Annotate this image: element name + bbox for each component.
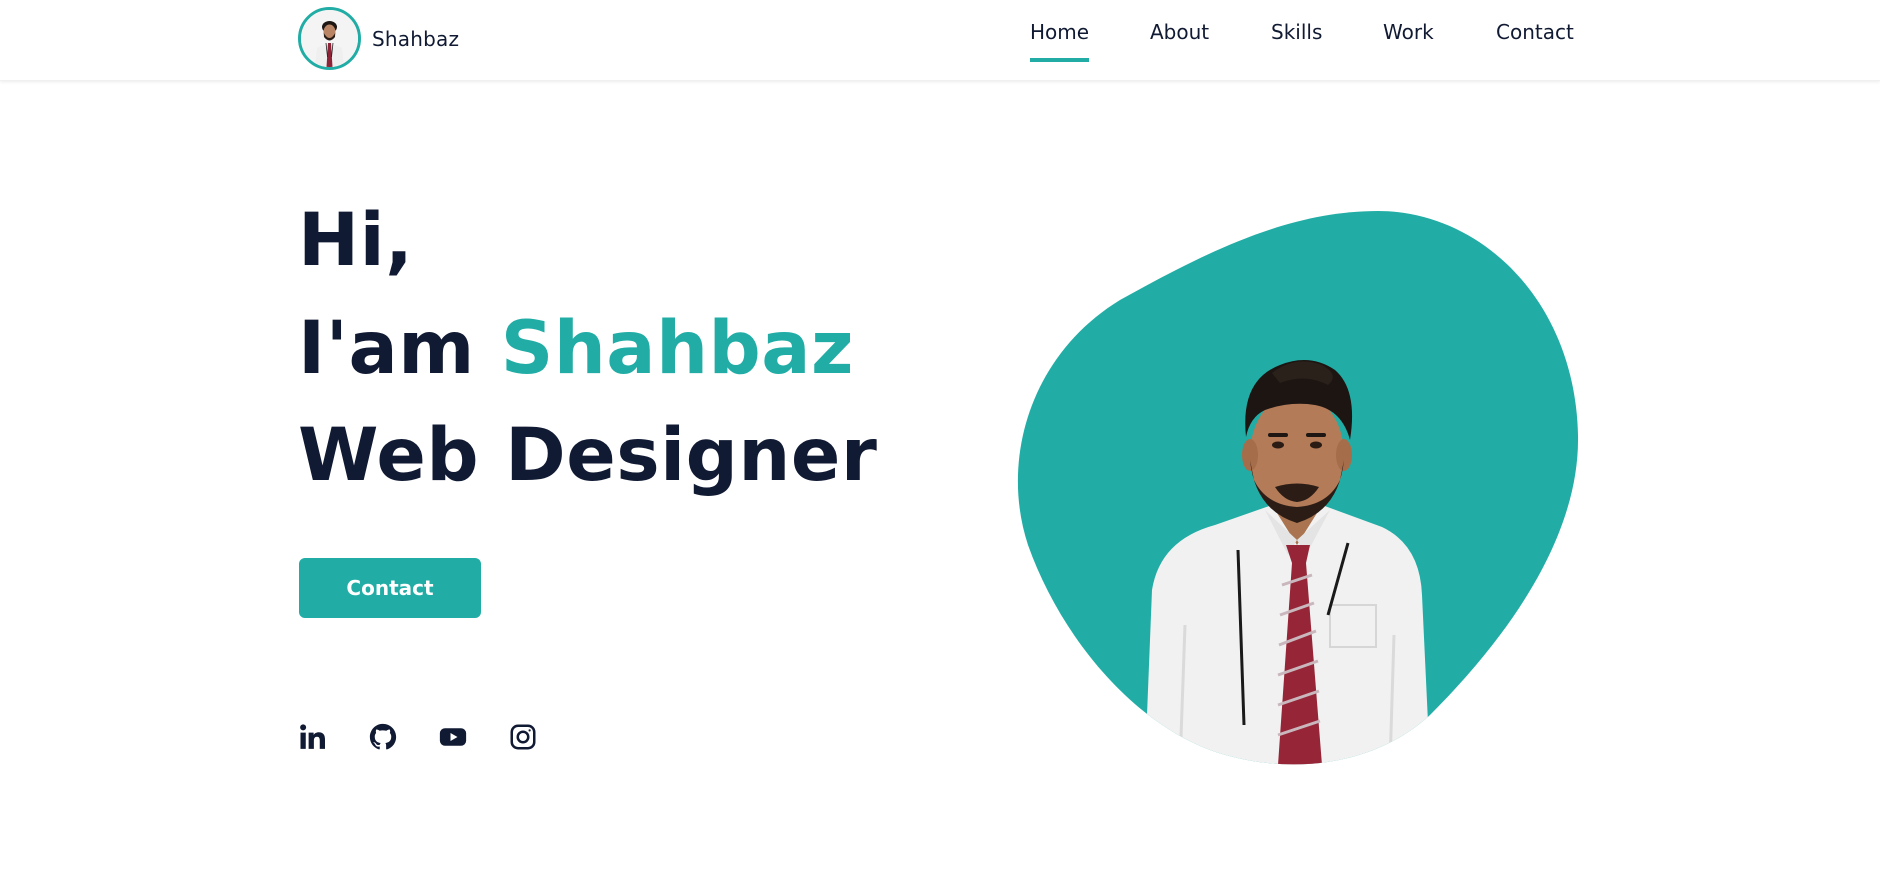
site-header: Shahbaz Home About Skills Work Contact bbox=[0, 0, 1880, 81]
nav-link-home[interactable]: Home bbox=[1030, 20, 1090, 62]
instagram-icon[interactable] bbox=[508, 722, 538, 752]
profile-photo bbox=[1017, 211, 1579, 765]
brand-logo-link[interactable]: Shahbaz bbox=[298, 7, 459, 70]
hero-intro-prefix: I'am bbox=[298, 306, 501, 391]
hero-greeting: Hi, bbox=[298, 198, 414, 283]
contact-button[interactable]: Contact bbox=[299, 558, 481, 618]
hero-role: Web Designer bbox=[298, 413, 878, 498]
brand-avatar bbox=[298, 7, 361, 70]
youtube-icon[interactable] bbox=[438, 722, 468, 752]
hero-intro: I'am Shahbaz bbox=[298, 306, 854, 391]
hero-name: Shahbaz bbox=[500, 306, 855, 391]
github-icon[interactable] bbox=[368, 722, 398, 752]
nav-link-contact[interactable]: Contact bbox=[1496, 20, 1574, 44]
nav-link-about[interactable]: About bbox=[1150, 20, 1209, 44]
nav-link-skills[interactable]: Skills bbox=[1271, 20, 1322, 44]
brand-name: Shahbaz bbox=[372, 26, 460, 51]
hero-image-blob bbox=[1010, 205, 1585, 765]
nav-link-work[interactable]: Work bbox=[1383, 20, 1434, 44]
linkedin-icon[interactable] bbox=[298, 722, 328, 752]
